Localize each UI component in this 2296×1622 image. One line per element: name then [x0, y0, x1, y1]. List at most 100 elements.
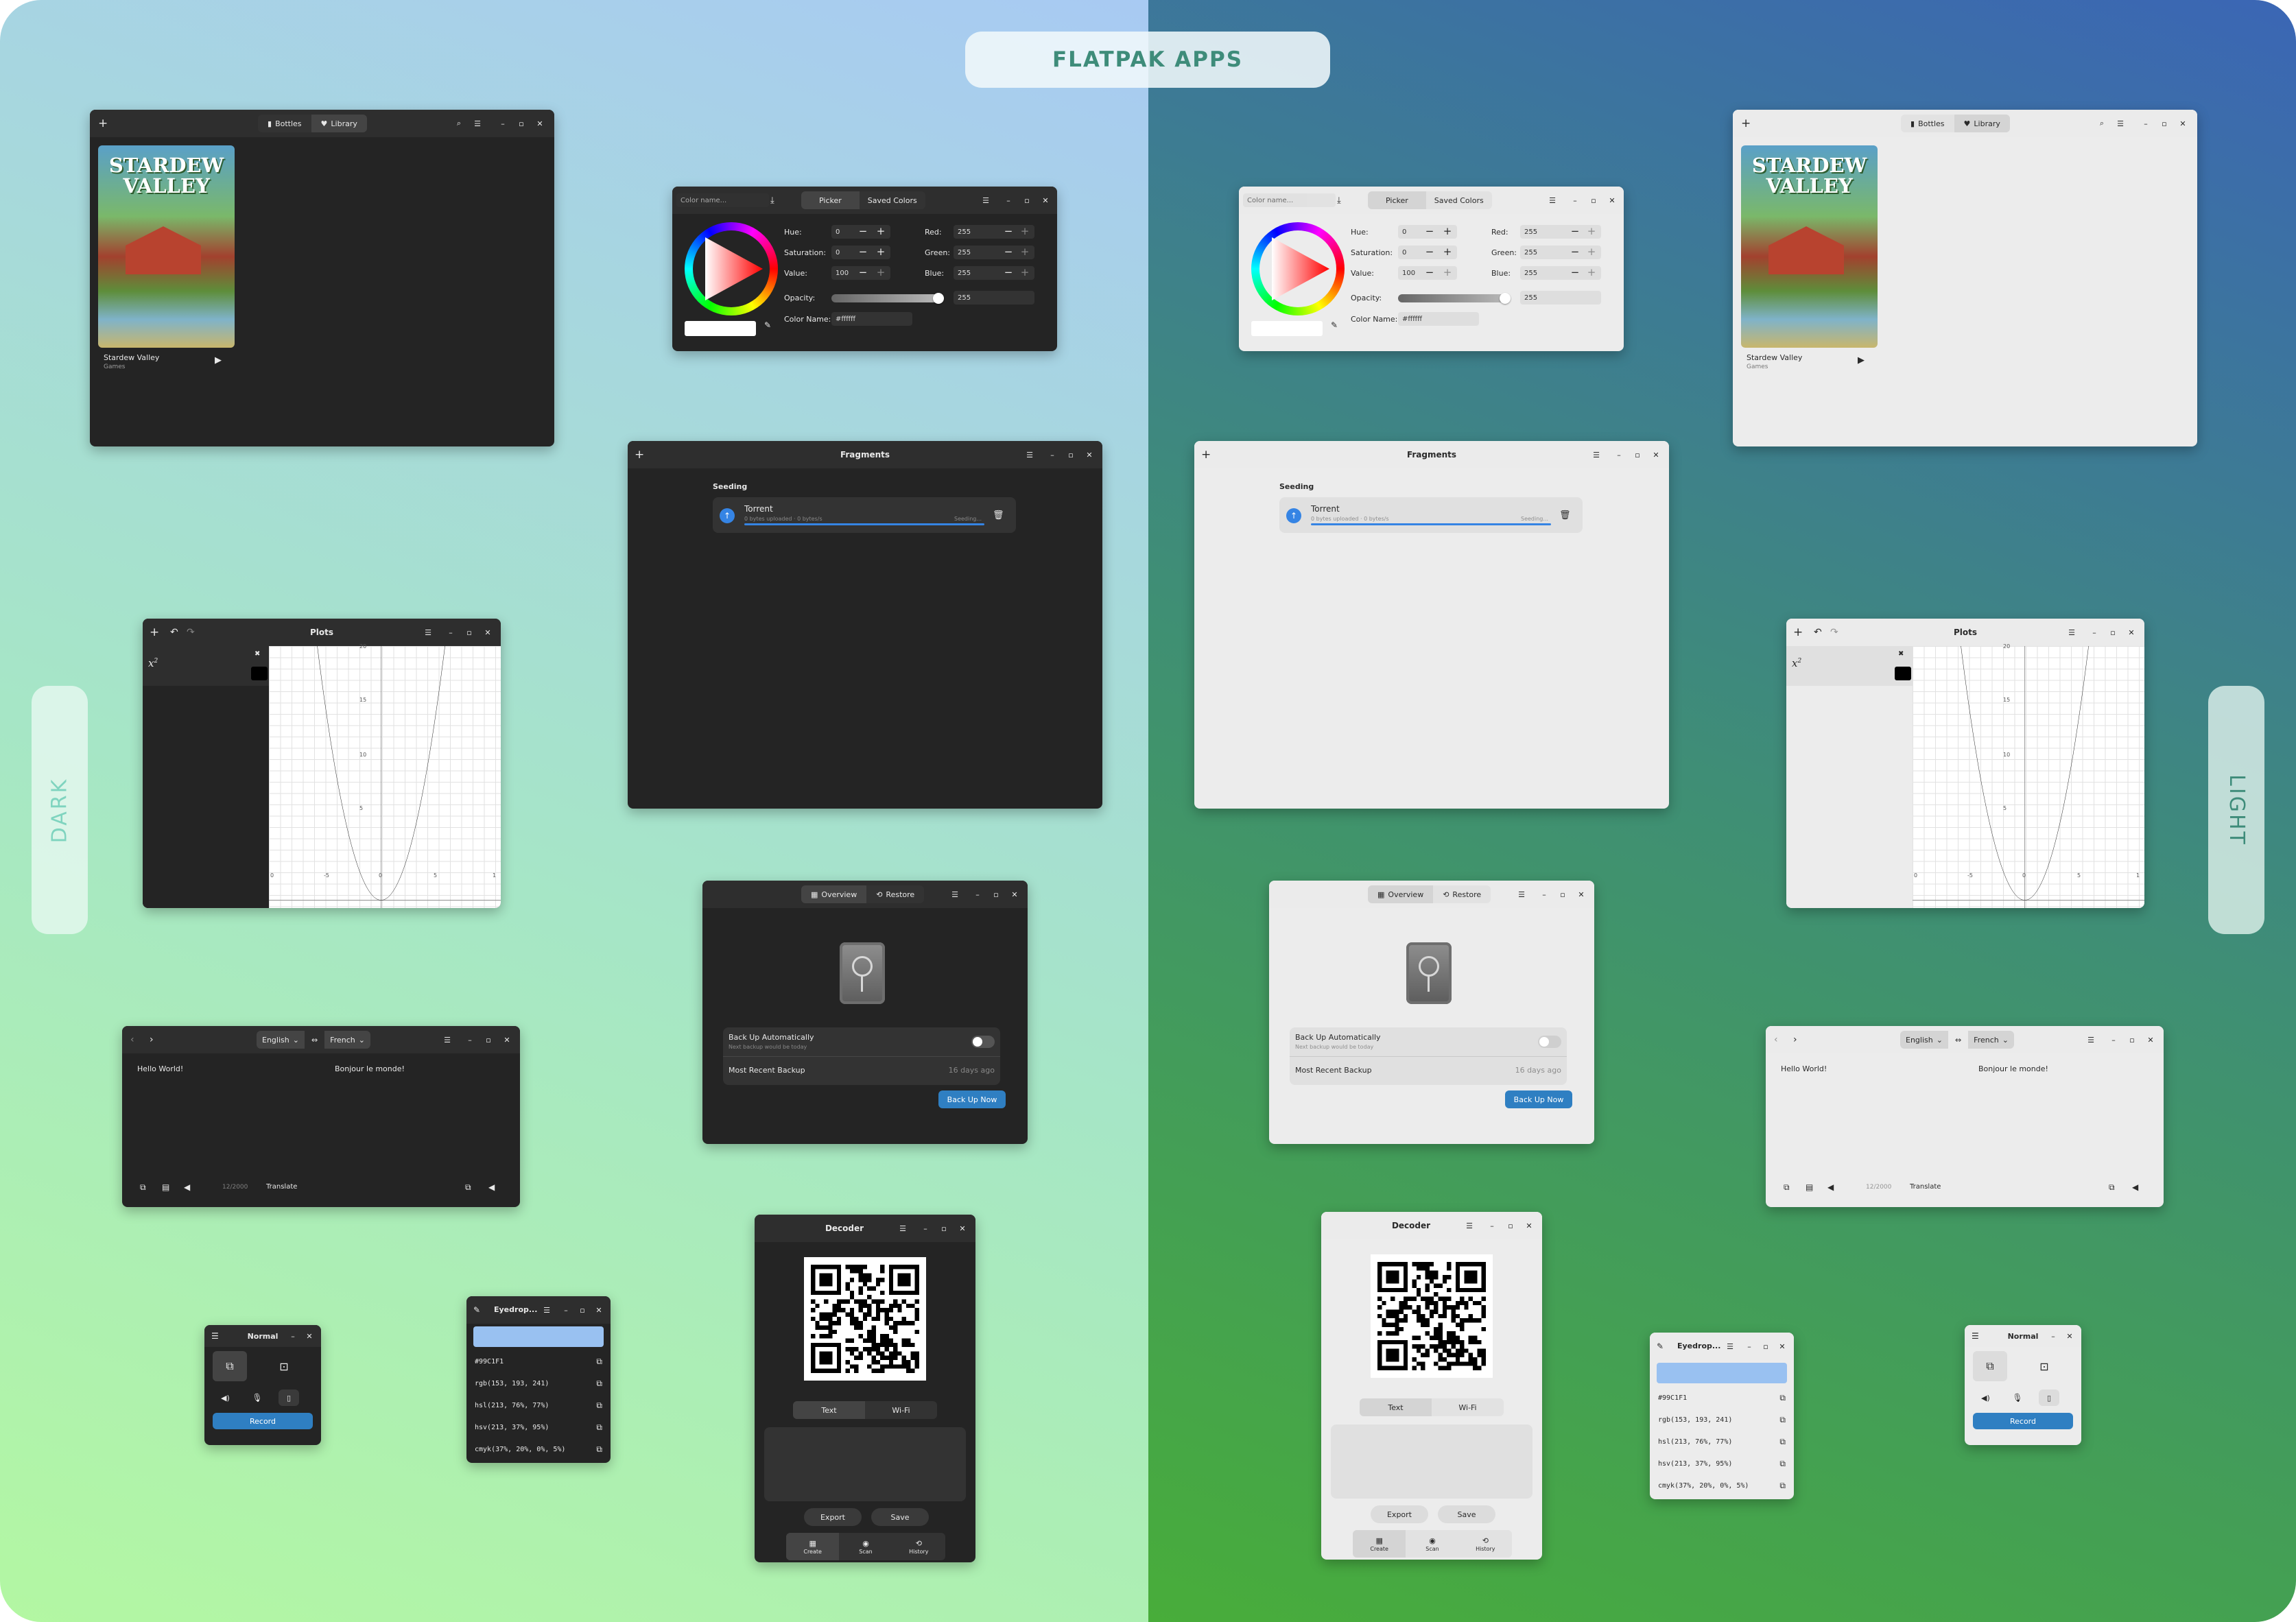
close-icon[interactable]: ✕ — [594, 1305, 604, 1315]
text-input-area[interactable] — [1331, 1424, 1532, 1499]
close-icon[interactable]: ✕ — [1524, 1221, 1534, 1230]
maximize-icon[interactable]: ▫ — [1506, 1221, 1515, 1230]
close-icon[interactable]: ✕ — [535, 119, 545, 128]
color-wheel[interactable] — [1251, 222, 1345, 315]
minimize-icon[interactable]: – — [1048, 450, 1057, 460]
maximize-icon[interactable]: ▫ — [578, 1305, 587, 1315]
minimize-icon[interactable]: – — [498, 119, 508, 128]
opacity-slider-handle[interactable] — [933, 293, 944, 304]
menu-icon[interactable]: ☰ — [1972, 1325, 1979, 1347]
desktop-audio-icon[interactable]: ◀) — [1981, 1394, 1990, 1403]
eyedropper-icon[interactable]: ✎ — [473, 1296, 480, 1324]
tab-restore[interactable]: ⟲ Restore — [1433, 885, 1491, 903]
maximize-icon[interactable]: ▫ — [939, 1224, 949, 1233]
undo-icon[interactable]: ↶ — [170, 619, 178, 646]
close-icon[interactable]: ✕ — [502, 1035, 512, 1045]
tab-saved-colors[interactable]: Saved Colors — [860, 191, 925, 209]
target-language-dropdown[interactable]: French ⌄ — [1968, 1031, 2014, 1049]
screen-mode-button[interactable]: ⧉ — [213, 1351, 247, 1381]
close-icon[interactable]: ✕ — [305, 1331, 314, 1341]
line-color-swatch[interactable] — [251, 667, 268, 680]
tab-picker[interactable]: Picker — [801, 191, 860, 209]
minimize-icon[interactable]: – — [446, 628, 455, 637]
remove-equation-icon[interactable]: ✖ — [255, 650, 260, 658]
rgb-row[interactable]: rgb(153, 193, 241) ⧉ — [1650, 1409, 1794, 1430]
menu-icon[interactable]: ☰ — [542, 1305, 552, 1315]
back-up-now-button[interactable]: Back Up Now — [938, 1090, 1006, 1108]
color-wheel[interactable] — [685, 222, 778, 315]
copy-translation-icon[interactable]: ⧉ — [2109, 1182, 2115, 1193]
nav-create[interactable]: ▦ Create — [786, 1533, 840, 1560]
red-increment[interactable]: + — [1019, 225, 1030, 237]
maximize-icon[interactable]: ▫ — [2159, 119, 2169, 128]
blue-increment[interactable]: + — [1019, 266, 1030, 278]
tab-overview[interactable]: ▦ Overview — [801, 885, 867, 903]
microphone-icon[interactable]: 🎙 — [248, 1390, 266, 1406]
back-icon[interactable]: ‹ — [1774, 1026, 1778, 1053]
download-icon[interactable]: ⤓ — [1337, 187, 1341, 214]
menu-icon[interactable]: ☰ — [442, 1035, 452, 1045]
paste-icon[interactable]: ▤ — [162, 1182, 169, 1192]
maximize-icon[interactable]: ▫ — [1633, 450, 1642, 460]
color-name-field[interactable]: #ffffff — [831, 312, 912, 326]
record-button[interactable]: Record — [213, 1413, 313, 1429]
game-cover[interactable]: STARDEW VALLEY — [1741, 145, 1878, 348]
nav-history[interactable]: ⟲ History — [892, 1533, 945, 1560]
close-icon[interactable]: ✕ — [2178, 119, 2188, 128]
add-equation-icon[interactable]: + — [1793, 619, 1803, 646]
pointer-icon[interactable]: ▯ — [279, 1390, 299, 1406]
close-icon[interactable]: ✕ — [483, 628, 493, 637]
value-increment[interactable]: + — [1442, 266, 1453, 278]
value-decrement[interactable]: − — [857, 266, 868, 278]
close-icon[interactable]: ✕ — [1777, 1341, 1787, 1351]
tab-restore[interactable]: ⟲ Restore — [866, 885, 924, 903]
nav-scan[interactable]: ◉ Scan — [839, 1533, 892, 1560]
close-icon[interactable]: ✕ — [2146, 1035, 2155, 1045]
copy-icon[interactable]: ⧉ — [140, 1182, 146, 1193]
paste-icon[interactable]: ▤ — [1806, 1182, 1813, 1192]
minimize-icon[interactable]: – — [2048, 1331, 2058, 1341]
opacity-slider-handle[interactable] — [1500, 293, 1511, 304]
menu-icon[interactable]: ☰ — [1725, 1341, 1735, 1351]
green-increment[interactable]: + — [1586, 246, 1597, 258]
menu-icon[interactable]: ☰ — [898, 1224, 908, 1233]
remove-equation-icon[interactable]: ✖ — [1898, 650, 1904, 658]
copy-translation-icon[interactable]: ⧉ — [465, 1182, 471, 1193]
color-name-field[interactable]: #ffffff — [1398, 312, 1479, 326]
maximize-icon[interactable]: ▫ — [1022, 195, 1032, 205]
search-icon[interactable]: ⌕ — [454, 119, 464, 128]
minimize-icon[interactable]: – — [1614, 450, 1624, 460]
tab-library[interactable]: ♥ Library — [311, 115, 367, 132]
auto-backup-toggle[interactable] — [1538, 1036, 1561, 1048]
tab-wifi[interactable]: Wi-Fi — [865, 1401, 937, 1419]
menu-icon[interactable]: ☰ — [1517, 890, 1526, 899]
menu-icon[interactable]: ☰ — [1591, 450, 1601, 460]
color-name-input[interactable]: Color name... — [676, 193, 769, 207]
torrent-row[interactable]: ↑ Torrent 0 bytes uploaded · 0 bytes/s S… — [713, 497, 1016, 533]
save-button[interactable]: Save — [1438, 1505, 1495, 1523]
maximize-icon[interactable]: ▫ — [1066, 450, 1076, 460]
minimize-icon[interactable]: – — [1004, 195, 1013, 205]
cmyk-row[interactable]: cmyk(37%, 20%, 0%, 5%) ⧉ — [466, 1439, 611, 1459]
eyedropper-icon[interactable]: ✎ — [1331, 311, 1338, 339]
hex-row[interactable]: #99C1F1 ⧉ — [1650, 1387, 1794, 1408]
maximize-icon[interactable]: ▫ — [2108, 628, 2118, 637]
menu-icon[interactable]: ☰ — [1465, 1221, 1474, 1230]
sat-increment[interactable]: + — [875, 246, 886, 258]
speaker-icon[interactable]: ◀ — [184, 1182, 190, 1192]
minimize-icon[interactable]: – — [561, 1305, 571, 1315]
plot-canvas[interactable]: 20 15 10 5 0 -5 0 5 1 — [1913, 643, 2144, 908]
tab-bottles[interactable]: ▮ Bottles — [258, 115, 311, 132]
close-icon[interactable]: ✕ — [2065, 1331, 2074, 1341]
nav-scan[interactable]: ◉ Scan — [1406, 1530, 1458, 1558]
red-increment[interactable]: + — [1586, 225, 1597, 237]
back-up-now-button[interactable]: Back Up Now — [1505, 1090, 1572, 1108]
close-icon[interactable]: ✕ — [1607, 195, 1617, 205]
target-language-dropdown[interactable]: French ⌄ — [324, 1031, 370, 1049]
hue-increment[interactable]: + — [875, 225, 886, 237]
record-button[interactable]: Record — [1973, 1413, 2073, 1429]
hex-row[interactable]: #99C1F1 ⧉ — [466, 1351, 611, 1372]
source-language-dropdown[interactable]: English ⌄ — [257, 1031, 305, 1049]
value-increment[interactable]: + — [875, 266, 886, 278]
green-decrement[interactable]: − — [1570, 246, 1581, 258]
